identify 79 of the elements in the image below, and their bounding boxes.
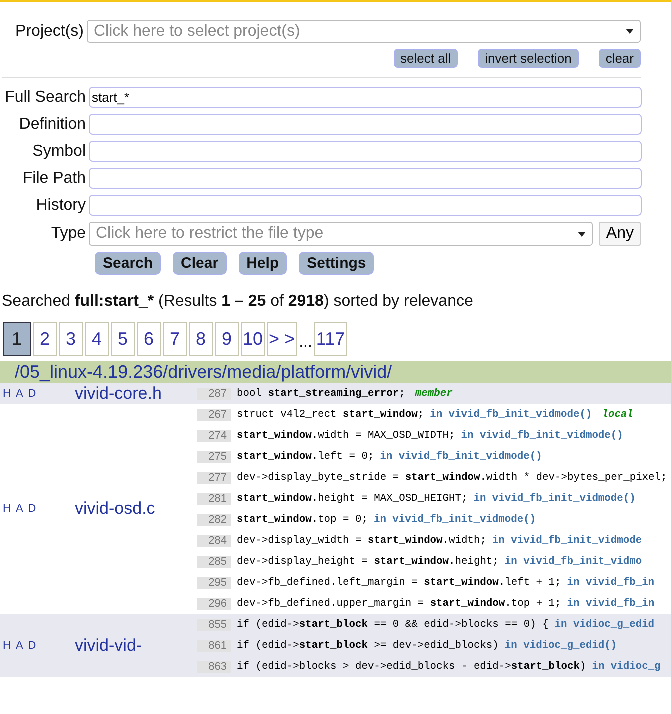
field-label: Symbol <box>32 142 86 160</box>
code-line[interactable]: if (edid->start_block == 0 && edid->blocks == 0) { <box>237 618 549 630</box>
action-button[interactable]: Clear <box>173 252 227 275</box>
code-line[interactable]: start_window.height = MAX_OSD_HEIGHT; <box>237 492 468 504</box>
code-line[interactable]: struct v4l2_rect start_window; <box>237 408 424 420</box>
file-action-link[interactable]: A <box>16 640 24 652</box>
project-button[interactable]: select all <box>394 49 458 68</box>
caret-icon <box>578 232 586 236</box>
code-line[interactable]: dev->fb_defined.upper_margin = start_window.top + 1; <box>237 598 562 610</box>
scope-link[interactable]: in vidioc_g <box>592 660 661 672</box>
project-select[interactable]: Click here to select project(s) <box>87 20 641 43</box>
scope-link[interactable]: in vivid_fb_init_vidmode() <box>461 430 624 442</box>
page-link[interactable]: 8 <box>189 322 213 356</box>
input-field[interactable] <box>89 114 642 135</box>
code-line[interactable]: dev->display_byte_stride = start_window.width * dev->bytes_per_pixel; <box>237 472 668 484</box>
field-label: File Path <box>22 170 86 188</box>
page-link[interactable]: 7 <box>163 322 187 356</box>
scope-link[interactable]: in vivid_fb_init_vidmo <box>504 556 642 568</box>
code-line[interactable]: dev->display_height = start_window.height; <box>237 556 499 568</box>
page-link[interactable]: 5 <box>111 322 135 356</box>
page-link[interactable]: 9 <box>215 322 239 356</box>
code-line[interactable]: dev->fb_defined.left_margin = start_window.left + 1; <box>237 576 562 588</box>
type-select[interactable]: Click here to restrict the file type <box>89 222 594 246</box>
page-link[interactable]: 1 <box>3 322 31 356</box>
file-name-link[interactable]: vivid-core.h <box>75 384 197 404</box>
any-button[interactable]: Any <box>599 222 641 246</box>
page-link[interactable]: 117 <box>314 322 348 356</box>
scope-link[interactable]: in vivid_fb_init_vidmode() <box>474 492 636 504</box>
file-name-link[interactable]: vivid-osd.c <box>75 499 197 519</box>
file-action-link[interactable]: D <box>28 388 36 400</box>
code-line[interactable]: if (edid->blocks > dev->edid_blocks - edid->start_block) <box>237 660 586 672</box>
symbol-type: local <box>602 408 634 420</box>
file-action-link[interactable]: D <box>28 503 36 515</box>
action-button[interactable]: Search <box>95 252 162 275</box>
directory-path[interactable]: /05_linux-4.19.236/drivers/media/platform/vivid/ <box>0 361 671 383</box>
field-label: History <box>35 196 86 214</box>
file-action-link[interactable]: A <box>16 388 24 400</box>
field-label: Type <box>50 225 86 243</box>
code-line[interactable]: start_window.left = 0; <box>237 450 374 462</box>
scope-link[interactable]: in vivid_fb_init_vidmode() <box>374 514 536 526</box>
field-label: Definition <box>18 116 86 134</box>
input-field[interactable] <box>89 141 642 162</box>
file-name-link[interactable]: vivid-vid- <box>75 636 197 656</box>
page-link[interactable]: 2 <box>33 322 57 356</box>
page-link[interactable]: 6 <box>137 322 161 356</box>
code-line[interactable]: if (edid->start_block >= dev->edid_blocks) <box>237 640 499 652</box>
scope-link[interactable]: in vidioc_g_edid <box>554 618 655 630</box>
code-line[interactable]: dev->display_width = start_window.width; <box>237 534 486 546</box>
symbol-type: member <box>415 388 453 400</box>
action-button[interactable]: Help <box>238 252 288 275</box>
action-button[interactable]: Settings <box>299 252 374 275</box>
page-link[interactable]: 3 <box>59 322 83 356</box>
field-label: Project(s) <box>14 22 84 40</box>
scope-link[interactable]: in vivid_fb_in <box>567 576 655 588</box>
scope-link[interactable]: in vidioc_g_edid() <box>504 640 618 652</box>
results-summary: Searched full:start_* (Results 1 – 25 of 2918) sorted by relevance <box>2 293 474 311</box>
file-action-link[interactable]: D <box>28 640 36 652</box>
file-action-link[interactable]: A <box>16 503 24 515</box>
page-link[interactable]: > > <box>267 322 298 356</box>
page-link[interactable]: 10 <box>241 322 266 356</box>
input-field[interactable]: start_* <box>89 87 642 108</box>
caret-icon <box>626 29 634 34</box>
scope-link[interactable]: in vivid_fb_in <box>567 598 655 610</box>
file-action-link[interactable]: H <box>3 388 11 400</box>
input-field[interactable] <box>89 195 642 216</box>
code-line[interactable]: start_window.width = MAX_OSD_WIDTH; <box>237 430 456 442</box>
field-label: Full Search <box>4 88 86 106</box>
ellipsis: ... <box>299 334 312 353</box>
project-button[interactable]: invert selection <box>478 49 579 68</box>
page-link[interactable]: 4 <box>85 322 109 356</box>
scope-link[interactable]: in vivid_fb_init_vidmode() <box>430 408 592 420</box>
file-action-link[interactable]: H <box>3 640 11 652</box>
code-line[interactable]: start_window.top = 0; <box>237 514 368 526</box>
project-button[interactable]: clear <box>598 49 641 68</box>
input-field[interactable] <box>89 168 642 189</box>
scope-link[interactable]: in vivid_fb_init_vidmode <box>492 534 642 546</box>
scope-link[interactable]: in vivid_fb_init_vidmode() <box>380 450 542 462</box>
code-line[interactable]: bool start_streaming_error; <box>237 388 406 400</box>
file-action-link[interactable]: H <box>3 503 11 515</box>
